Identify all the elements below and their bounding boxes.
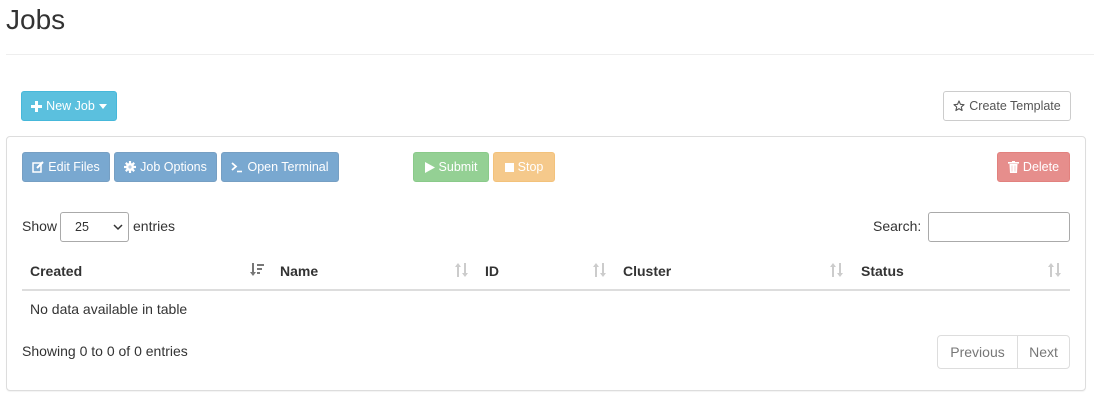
- page-title: Jobs: [6, 4, 66, 35]
- job-options-label: Job Options: [140, 160, 207, 174]
- stop-button[interactable]: Stop: [493, 152, 555, 182]
- job-options-button[interactable]: Job Options: [114, 152, 217, 182]
- new-job-label: New Job: [46, 99, 95, 113]
- sort-desc-icon[interactable]: [250, 263, 264, 280]
- edit-files-label: Edit Files: [48, 160, 100, 174]
- empty-table-message: No data available in table: [30, 301, 188, 317]
- previous-button[interactable]: Previous: [937, 335, 1018, 369]
- gear-icon: [124, 161, 137, 173]
- entries-label: entries: [133, 218, 176, 234]
- show-label: Show: [22, 218, 58, 234]
- title-divider: [6, 54, 1094, 55]
- sort-icon[interactable]: [455, 263, 469, 280]
- delete-label: Delete: [1022, 160, 1060, 174]
- delete-button[interactable]: Delete: [997, 152, 1070, 182]
- table-info: Showing 0 to 0 of 0 entries: [22, 343, 188, 359]
- chevron-down-icon: [113, 221, 123, 233]
- play-icon: [424, 161, 435, 173]
- open-terminal-label: Open Terminal: [247, 160, 329, 174]
- page-length-select[interactable]: 25: [60, 212, 129, 242]
- create-template-button[interactable]: Create Template: [943, 91, 1071, 121]
- caret-down-icon: [98, 103, 107, 109]
- create-template-label: Create Template: [969, 99, 1061, 113]
- page-length-value: 25: [75, 220, 89, 234]
- stop-label: Stop: [517, 160, 544, 174]
- search-label: Search:: [873, 218, 922, 234]
- sort-icon[interactable]: [830, 263, 844, 280]
- stop-icon: [504, 162, 514, 172]
- search-input[interactable]: [928, 212, 1070, 242]
- edit-icon: [32, 161, 45, 173]
- trash-icon: [1007, 161, 1019, 173]
- terminal-icon: [231, 161, 243, 173]
- sort-icon[interactable]: [593, 263, 607, 280]
- column-header-cluster[interactable]: Cluster: [623, 258, 671, 284]
- submit-label: Submit: [438, 160, 478, 174]
- table-header-divider: [22, 289, 1070, 291]
- column-header-status[interactable]: Status: [861, 258, 904, 284]
- star-outline-icon: [953, 100, 965, 112]
- next-button[interactable]: Next: [1017, 335, 1070, 369]
- edit-files-button[interactable]: Edit Files: [22, 152, 110, 182]
- new-job-button[interactable]: New Job: [21, 91, 117, 121]
- column-header-name[interactable]: Name: [280, 258, 318, 284]
- open-terminal-button[interactable]: Open Terminal: [221, 152, 339, 182]
- plus-icon: [31, 100, 43, 112]
- submit-button[interactable]: Submit: [413, 152, 489, 182]
- sort-icon[interactable]: [1048, 263, 1062, 280]
- column-header-id[interactable]: ID: [485, 258, 499, 284]
- column-header-created[interactable]: Created: [30, 258, 82, 284]
